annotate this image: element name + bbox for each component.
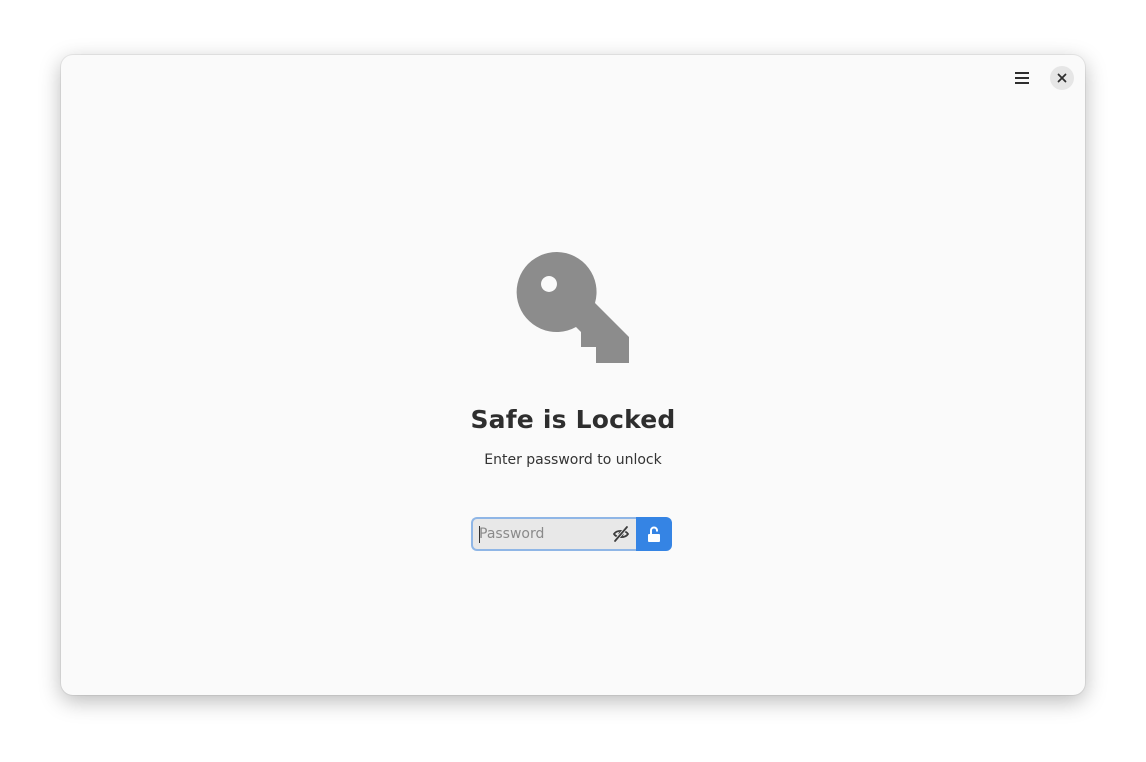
page-title: Safe is Locked: [470, 405, 676, 434]
unlock-form: [471, 517, 672, 551]
eye-hidden-icon[interactable]: [612, 525, 630, 543]
password-entry: [471, 517, 636, 551]
unlock-padlock-icon: [648, 526, 660, 542]
locked-status-page: Safe is Locked Enter password to unlock: [61, 55, 1085, 695]
key-icon: [516, 251, 629, 363]
app-window: Safe is Locked Enter password to unlock: [61, 55, 1085, 695]
page-description: Enter password to unlock: [484, 452, 662, 468]
unlock-button[interactable]: [636, 517, 672, 551]
text-cursor: [479, 526, 480, 543]
password-input[interactable]: [473, 521, 603, 547]
